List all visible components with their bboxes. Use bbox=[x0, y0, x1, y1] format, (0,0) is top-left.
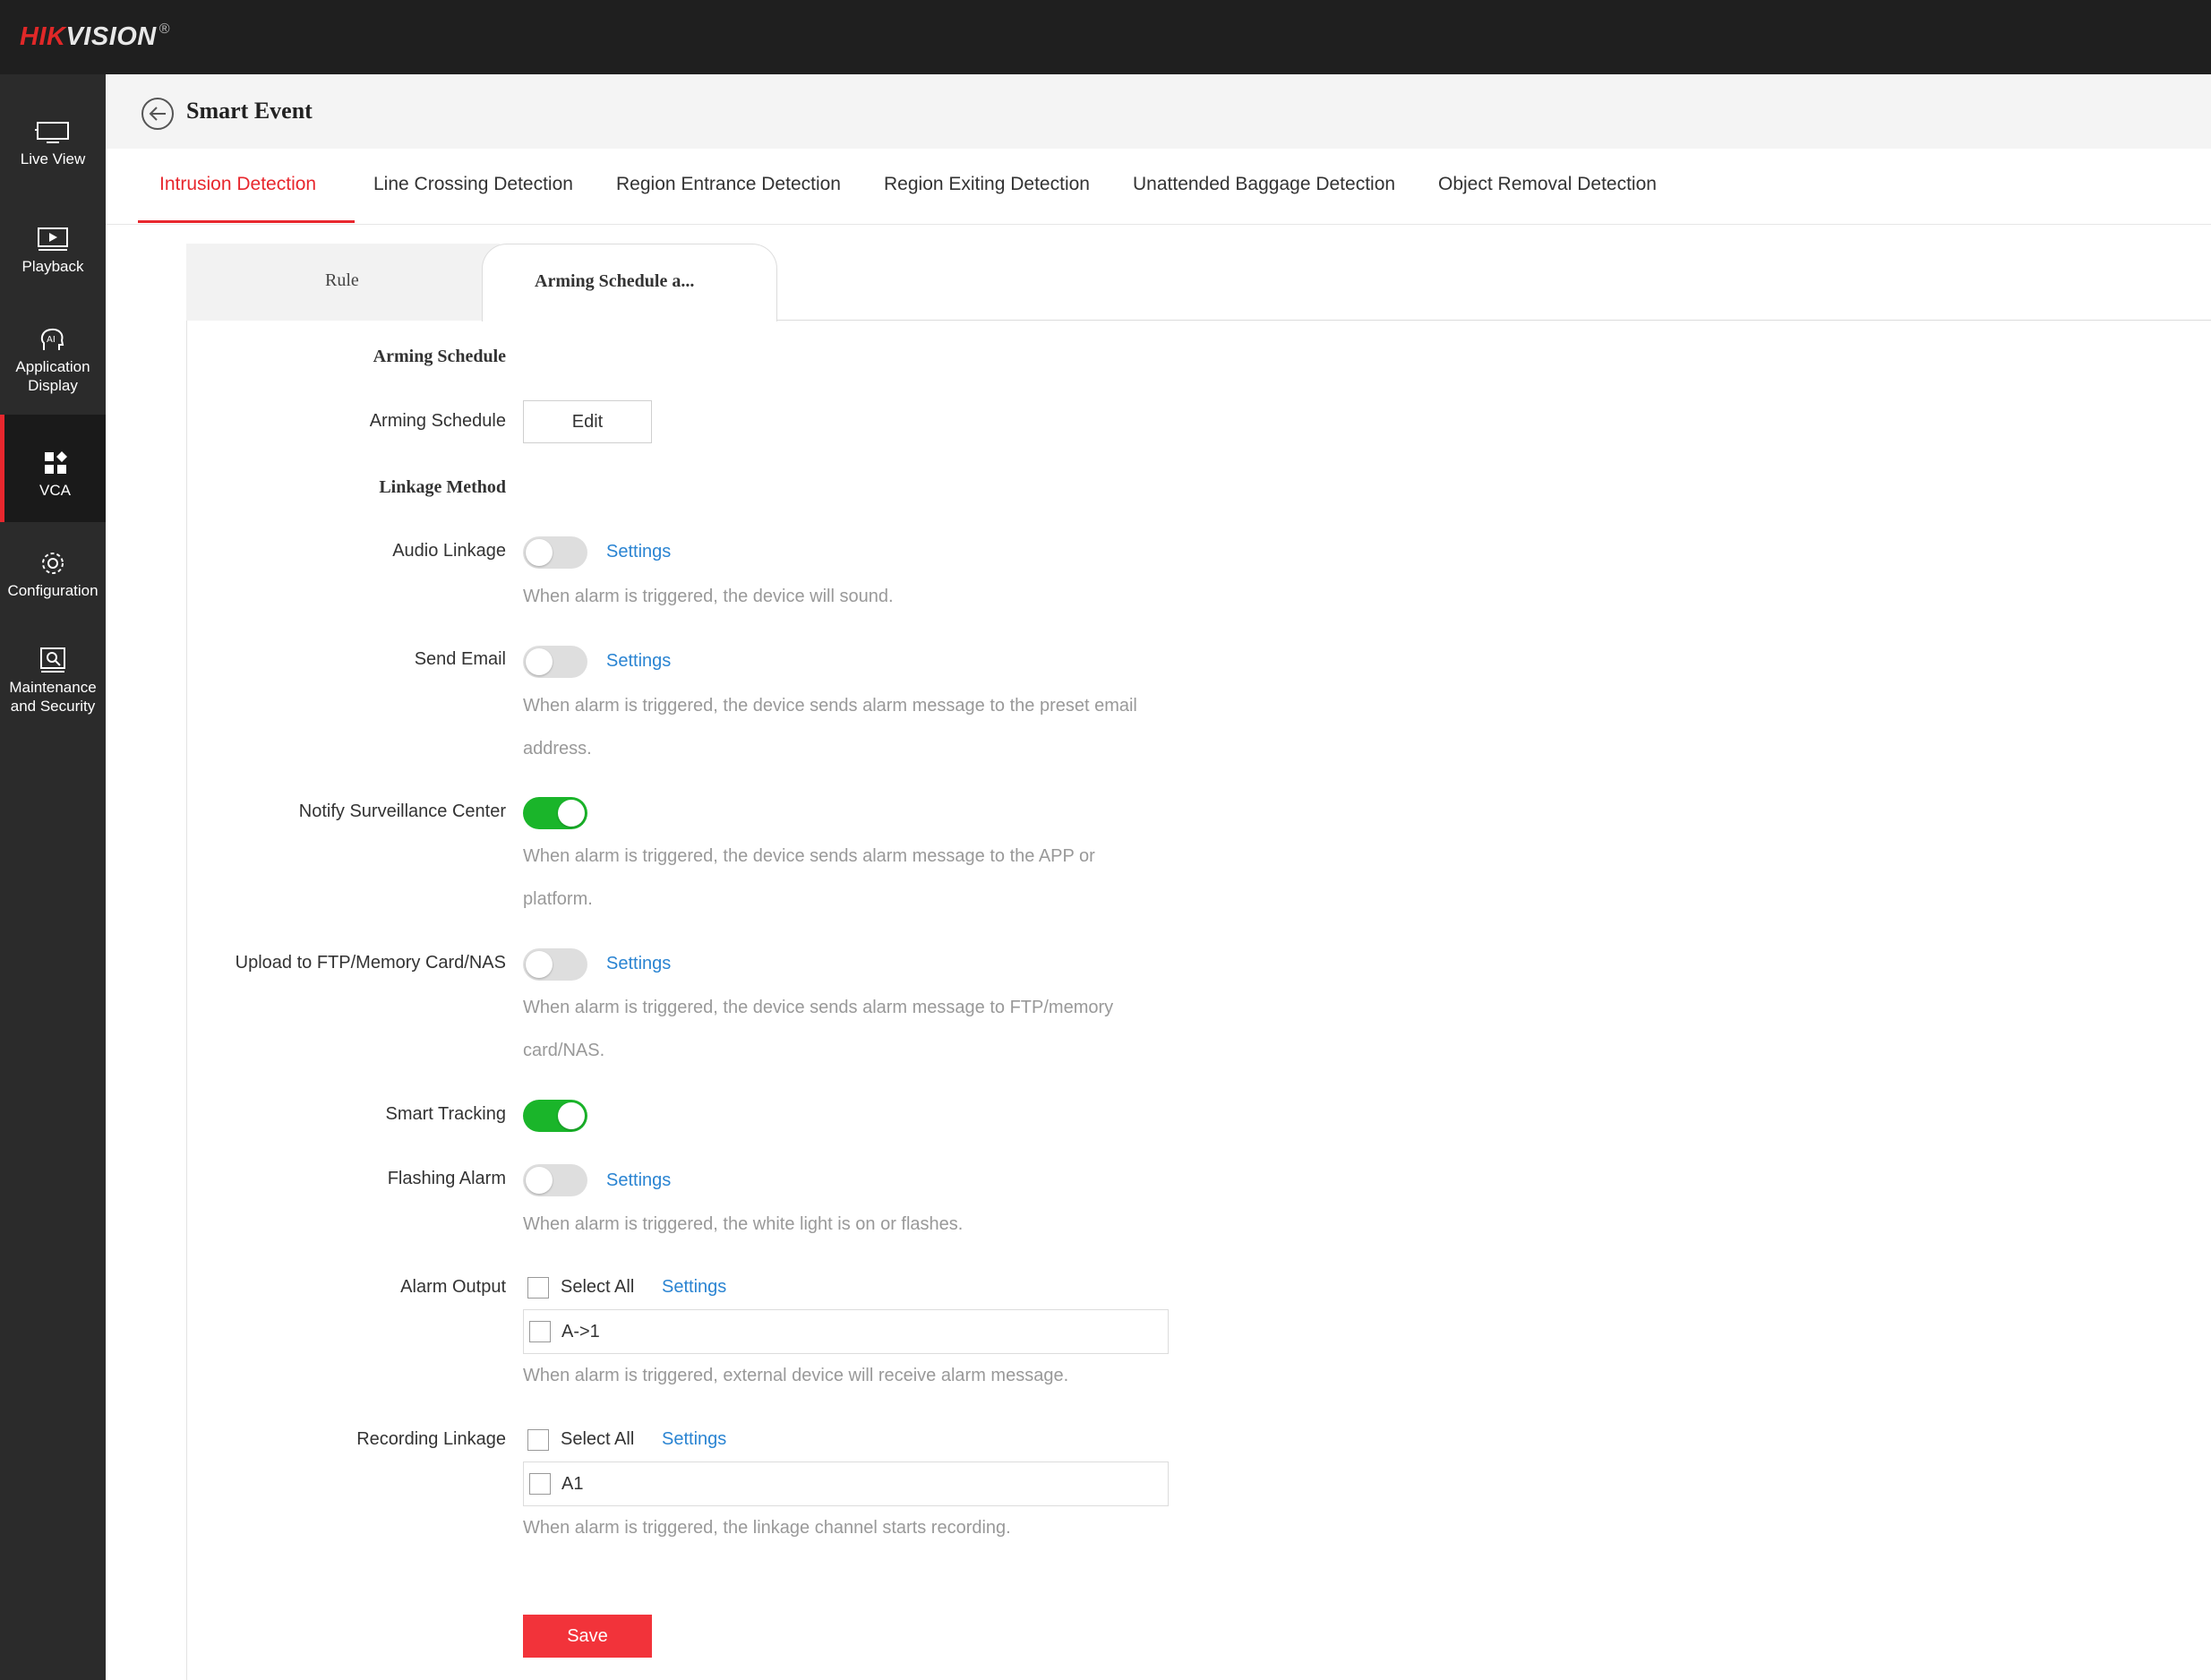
sidebar: Live View Playback AI Application Displa… bbox=[0, 74, 106, 1680]
vca-grid-icon bbox=[44, 451, 67, 474]
send-email-toggle[interactable] bbox=[523, 646, 587, 678]
tab-region-exiting-detection[interactable]: Region Exiting Detection bbox=[884, 174, 1090, 195]
hikvision-logo: HIKVISION ® bbox=[20, 21, 171, 51]
monitor-icon bbox=[35, 122, 69, 143]
toggle-knob bbox=[526, 648, 553, 675]
save-button[interactable]: Save bbox=[523, 1615, 652, 1658]
sidebar-item-live-view[interactable]: Live View bbox=[0, 117, 106, 168]
alarm-output-hint: When alarm is triggered, external device… bbox=[523, 1366, 1069, 1385]
audio-linkage-hint: When alarm is triggered, the device will… bbox=[523, 587, 894, 606]
flashing-settings-link[interactable]: Settings bbox=[606, 1170, 671, 1191]
svg-text:AI: AI bbox=[47, 335, 56, 345]
upload-ftp-hint: When alarm is triggered, the device send… bbox=[523, 998, 1114, 1060]
page-header: Smart Event bbox=[106, 74, 2211, 149]
toggle-knob bbox=[526, 539, 553, 566]
content-border bbox=[186, 321, 187, 1680]
upload-ftp-label: Upload to FTP/Memory Card/NAS bbox=[235, 953, 506, 973]
notify-center-toggle[interactable] bbox=[523, 797, 587, 829]
tab-line-crossing-detection[interactable]: Line Crossing Detection bbox=[373, 174, 573, 195]
active-tab-indicator bbox=[138, 220, 355, 223]
subtab-arming-label: Arming Schedule a... bbox=[535, 271, 695, 291]
recording-settings-link[interactable]: Settings bbox=[662, 1429, 726, 1450]
section-linkage-method: Linkage Method bbox=[379, 477, 506, 497]
tab-region-entrance-detection[interactable]: Region Entrance Detection bbox=[616, 174, 841, 195]
alarm-output-select-all-label: Select All bbox=[561, 1277, 635, 1297]
subtab-arming-schedule[interactable]: Arming Schedule a... bbox=[482, 244, 777, 321]
arrow-left-icon bbox=[149, 107, 166, 121]
recording-select-all-checkbox[interactable] bbox=[527, 1429, 549, 1451]
sidebar-item-label: Playback bbox=[21, 258, 84, 275]
back-button[interactable] bbox=[141, 98, 174, 130]
smart-tracking-toggle[interactable] bbox=[523, 1100, 587, 1132]
section-arming-schedule: Arming Schedule bbox=[373, 347, 506, 366]
channel-label: A1 bbox=[561, 1474, 584, 1494]
smart-tracking-label: Smart Tracking bbox=[385, 1104, 506, 1124]
notify-center-hint: When alarm is triggered, the device send… bbox=[523, 846, 1095, 909]
toggle-knob bbox=[558, 1102, 585, 1129]
notify-center-label: Notify Surveillance Center bbox=[298, 801, 506, 821]
sidebar-item-label: Live View bbox=[20, 150, 86, 167]
channel-checkbox[interactable] bbox=[529, 1321, 551, 1342]
subtab-rule-label: Rule bbox=[325, 270, 359, 290]
audio-settings-link[interactable]: Settings bbox=[606, 542, 671, 562]
event-tabs: Intrusion Detection Line Crossing Detect… bbox=[106, 149, 2211, 225]
recording-linkage-hint: When alarm is triggered, the linkage cha… bbox=[523, 1518, 1011, 1538]
page-title: Smart Event bbox=[186, 98, 313, 124]
send-email-label: Send Email bbox=[414, 649, 506, 669]
sub-tabs: Rule Arming Schedule a... bbox=[186, 244, 2211, 321]
sidebar-item-playback[interactable]: Playback bbox=[0, 225, 106, 276]
alarm-output-settings-link[interactable]: Settings bbox=[662, 1277, 726, 1298]
ai-head-icon: AI bbox=[40, 328, 64, 350]
channel-checkbox[interactable] bbox=[529, 1473, 551, 1495]
maintenance-icon bbox=[40, 647, 65, 673]
sidebar-item-configuration[interactable]: Configuration bbox=[0, 549, 106, 600]
tab-intrusion-detection[interactable]: Intrusion Detection bbox=[159, 174, 316, 195]
flashing-alarm-label: Flashing Alarm bbox=[387, 1169, 506, 1188]
playback-icon bbox=[38, 227, 68, 251]
top-bar: HIKVISION ® bbox=[0, 0, 2211, 74]
audio-linkage-label: Audio Linkage bbox=[392, 541, 506, 561]
sidebar-item-label: Application Display bbox=[15, 358, 90, 394]
toggle-knob bbox=[526, 951, 553, 978]
send-email-hint: When alarm is triggered, the device send… bbox=[523, 696, 1137, 759]
alarm-output-channel-list: A->1 bbox=[523, 1309, 1169, 1354]
arming-schedule-label: Arming Schedule bbox=[369, 411, 506, 431]
toggle-knob bbox=[526, 1167, 553, 1194]
edit-button[interactable]: Edit bbox=[523, 400, 652, 443]
sidebar-item-vca[interactable]: VCA bbox=[0, 415, 106, 522]
toggle-knob bbox=[558, 800, 585, 827]
alarm-output-select-all-checkbox[interactable] bbox=[527, 1277, 549, 1299]
recording-select-all-label: Select All bbox=[561, 1429, 635, 1449]
sidebar-item-application-display[interactable]: AI Application Display bbox=[0, 325, 106, 395]
sidebar-item-label: Configuration bbox=[7, 582, 99, 599]
subtab-rule[interactable]: Rule bbox=[186, 244, 500, 321]
flashing-alarm-hint: When alarm is triggered, the white light… bbox=[523, 1214, 964, 1234]
recording-linkage-label: Recording Linkage bbox=[356, 1429, 506, 1449]
sidebar-item-label: VCA bbox=[39, 482, 71, 499]
alarm-output-label: Alarm Output bbox=[400, 1277, 506, 1297]
sidebar-item-maintenance[interactable]: Maintenance and Security bbox=[0, 646, 106, 716]
gear-icon bbox=[42, 553, 64, 574]
channel-label: A->1 bbox=[561, 1322, 600, 1341]
sidebar-item-label: Maintenance and Security bbox=[9, 679, 97, 715]
ftp-settings-link[interactable]: Settings bbox=[606, 954, 671, 974]
flashing-alarm-toggle[interactable] bbox=[523, 1164, 587, 1196]
tab-unattended-baggage-detection[interactable]: Unattended Baggage Detection bbox=[1133, 174, 1395, 195]
recording-channel-list: A1 bbox=[523, 1461, 1169, 1506]
tab-object-removal-detection[interactable]: Object Removal Detection bbox=[1438, 174, 1657, 195]
upload-ftp-toggle[interactable] bbox=[523, 948, 587, 981]
audio-linkage-toggle[interactable] bbox=[523, 536, 587, 569]
email-settings-link[interactable]: Settings bbox=[606, 651, 671, 672]
